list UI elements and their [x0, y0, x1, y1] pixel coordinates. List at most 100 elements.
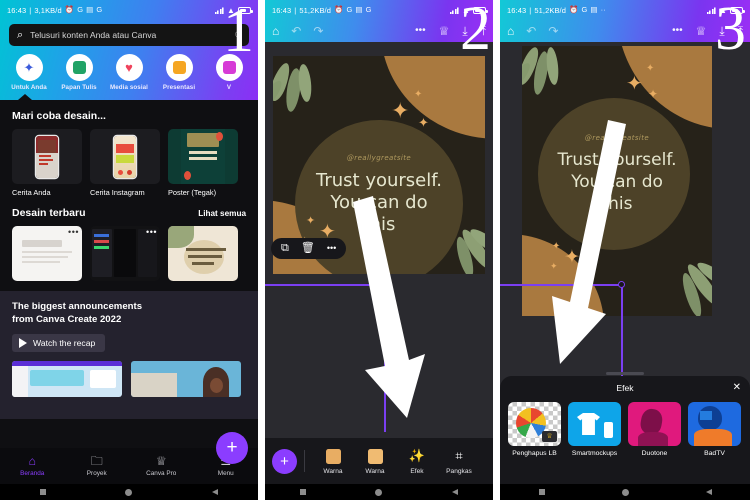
presentation-icon: [165, 54, 193, 81]
tool-warna-2[interactable]: Warna: [354, 448, 396, 475]
redo-icon[interactable]: ↷: [313, 25, 323, 37]
effect-duotone[interactable]: Duotone: [628, 402, 681, 457]
crown-icon[interactable]: ♕: [696, 25, 707, 37]
effect-thumb: [628, 402, 681, 446]
see-all-link[interactable]: Lihat semua: [198, 209, 246, 218]
trash-icon[interactable]: 🗑: [301, 243, 315, 254]
square-icon[interactable]: [299, 489, 306, 495]
calendar-icon: ▤: [590, 5, 598, 15]
template-card[interactable]: Cerita Instagram: [90, 129, 160, 197]
category-presentasi[interactable]: Presentasi: [154, 54, 204, 91]
more-icon[interactable]: •••: [327, 244, 336, 253]
design-card[interactable]: •••: [12, 226, 82, 281]
design-card[interactable]: •••: [90, 226, 160, 281]
undo-icon[interactable]: ↶: [526, 25, 536, 37]
undo-icon[interactable]: ↶: [291, 25, 301, 37]
tool-warna-1[interactable]: Warna: [312, 448, 354, 475]
step-number-2: 2: [460, 0, 491, 63]
leaf-top-left: [522, 46, 578, 104]
template-label: Poster (Tegak): [168, 188, 217, 197]
category-media-sosial[interactable]: ♥ Media sosial: [104, 54, 154, 91]
step-number-3: 3: [715, 0, 746, 63]
tool-efek[interactable]: ✨ Efek: [396, 448, 438, 475]
panel3-header: 16:43 | 51,2KB/d ⏰ G ▤ ·· ▲ ⌂ ↶ ↷ ••• ♕ …: [500, 0, 750, 42]
effect-badtv[interactable]: BadTV: [688, 402, 741, 457]
search-placeholder: Telusuri konten Anda atau Canva: [30, 30, 157, 40]
promo-headline-1: The biggest announcements: [12, 301, 143, 312]
search-input[interactable]: ⌕ Telusuri konten Anda atau Canva ⌾: [9, 24, 249, 46]
alarm-icon: ⏰: [64, 5, 75, 15]
design-quote-line-2: You can do: [330, 192, 428, 213]
sparkle-icon: ✦: [418, 115, 429, 130]
promo-headline-2: from Canva Create 2022: [12, 313, 122, 325]
selection-handle-dot[interactable]: [381, 281, 388, 288]
template-label: Cerita Instagram: [90, 188, 145, 197]
selection-line-vertical: [384, 284, 386, 432]
effect-smartmockups[interactable]: Smartmockups: [568, 402, 621, 457]
home-icon[interactable]: ⌂: [507, 25, 514, 37]
status-bar-3: 16:43 | 51,2KB/d ⏰ G ▤ ·· ▲: [500, 0, 750, 20]
sparkle-icon: ✦: [15, 54, 43, 81]
back-triangle-icon[interactable]: [705, 489, 712, 495]
element-context-menu: ⧉ 🗑 •••: [271, 238, 347, 259]
close-icon[interactable]: ✕: [733, 383, 741, 393]
add-element-button[interactable]: +: [272, 448, 297, 474]
android-nav-bar-2: [265, 484, 493, 500]
editor-toolbar-3: ⌂ ↶ ↷ ••• ♕ ⤓ ⤒: [500, 20, 750, 42]
more-icon[interactable]: •••: [146, 228, 157, 237]
watch-recap-button[interactable]: Watch the recap: [12, 333, 106, 352]
home-icon[interactable]: ⌂: [272, 25, 279, 37]
redo-icon[interactable]: ↷: [548, 25, 558, 37]
design-quote-line-2: You can do: [571, 172, 663, 192]
back-triangle-icon[interactable]: [452, 489, 459, 495]
nav-item-beranda[interactable]: ⌂ Beranda: [0, 455, 65, 477]
more-icon[interactable]: •••: [672, 26, 683, 36]
template-row: Cerita Anda Cerita Instagram Poster (Teg…: [0, 129, 258, 197]
create-design-fab[interactable]: +: [216, 432, 248, 464]
circle-icon[interactable]: [125, 488, 133, 496]
duplicate-icon[interactable]: ⧉: [281, 243, 289, 254]
promo-image-person[interactable]: [131, 360, 241, 397]
square-icon[interactable]: [538, 489, 545, 495]
template-card[interactable]: Cerita Anda: [12, 129, 82, 197]
status-time: 16:43: [272, 5, 292, 15]
crown-icon[interactable]: ♕: [439, 25, 450, 37]
sparkle-icon: ✦: [552, 241, 561, 252]
tool-balik[interactable]: ◖ Ba: [480, 448, 493, 475]
heart-icon: ♥: [115, 54, 143, 81]
square-icon[interactable]: [39, 489, 46, 495]
nav-label: Menu: [217, 469, 234, 477]
effects-sheet: Efek ✕ ♕ Penghapus LB Smartmockups Duoto…: [500, 376, 750, 484]
status-bar-2: 16:43 | 51,2KB/d ⏰ G ▤ G ▲: [265, 0, 493, 20]
effect-penghapus-lb[interactable]: ♕ Penghapus LB: [508, 402, 561, 457]
selection-line-horizontal: [265, 284, 385, 286]
section-title-templates: Mari coba desain...: [12, 110, 106, 122]
nav-label: Beranda: [20, 469, 45, 477]
effect-label: BadTV: [704, 450, 725, 457]
sparkle-icon: ✦: [626, 73, 643, 95]
nav-item-canva-pro[interactable]: ♕ Canva Pro: [129, 455, 194, 477]
sheet-drag-handle[interactable]: [606, 372, 644, 375]
status-bar-1: 16:43 | 3,1KB/d ⏰ G ▤ G ▲: [0, 0, 258, 20]
template-card[interactable]: Poster (Tegak): [168, 129, 238, 197]
more-icon[interactable]: •••: [68, 228, 79, 237]
tool-label: Efek: [410, 467, 424, 475]
promo-card: The biggest announcements from Canva Cre…: [0, 291, 258, 419]
tool-pangkas[interactable]: ⌗ Pangkas: [438, 448, 480, 475]
design-quote-line-1: Trust yourself.: [316, 170, 442, 191]
category-papan-tulis[interactable]: Papan Tulis: [54, 54, 104, 91]
circle-icon[interactable]: [621, 488, 629, 496]
back-triangle-icon[interactable]: [212, 489, 219, 495]
panel2-header: 16:43 | 51,2KB/d ⏰ G ▤ G ▲ ⌂ ↶ ↷ ••• ♕ ⤓…: [265, 0, 493, 42]
design-card[interactable]: [168, 226, 238, 281]
category-untuk-anda[interactable]: ✦ Untuk Anda: [4, 54, 54, 91]
nav-item-proyek[interactable]: 🗀 Proyek: [65, 455, 130, 477]
status-separator: |: [29, 5, 32, 15]
alarm-icon: ⏰: [334, 5, 344, 15]
circle-icon[interactable]: [375, 488, 383, 496]
sparkle-icon: ✦: [414, 89, 423, 100]
selection-handle-dot[interactable]: [618, 281, 625, 288]
more-icon[interactable]: •••: [415, 26, 426, 36]
design-preview-3[interactable]: ✦ ✦ ✦ ✦ ✦ ✦ @reallygreatsite Trust yours…: [522, 46, 712, 316]
promo-image-editor[interactable]: [12, 360, 122, 397]
